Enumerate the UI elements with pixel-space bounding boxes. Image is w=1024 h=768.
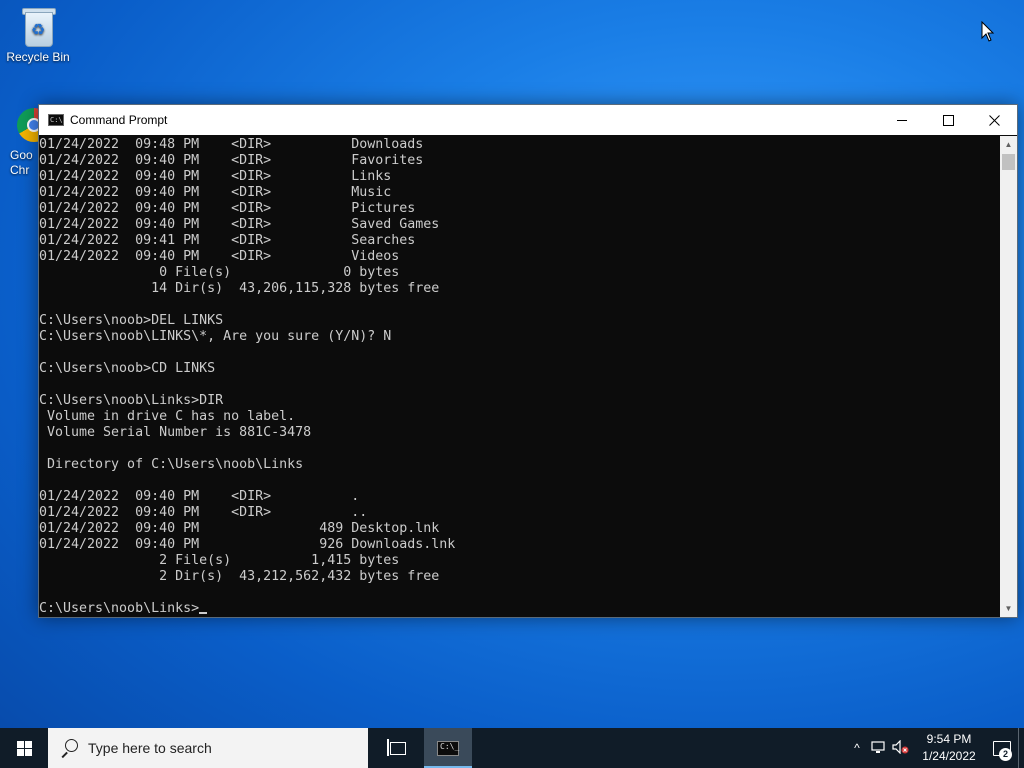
scroll-down-button[interactable]: ▼ bbox=[1000, 600, 1017, 617]
minimize-icon bbox=[897, 119, 907, 121]
maximize-icon bbox=[942, 114, 954, 126]
command-prompt-window[interactable]: C:\ Command Prompt 01/24/2022 09:48 PM <… bbox=[38, 104, 1018, 618]
console-line: 01/24/2022 09:40 PM <DIR> Favorites bbox=[39, 153, 424, 168]
vertical-scrollbar[interactable]: ▲ ▼ bbox=[1000, 136, 1017, 617]
console-line: 01/24/2022 09:40 PM <DIR> Saved Games bbox=[39, 217, 440, 232]
console-line: 01/24/2022 09:48 PM <DIR> Downloads bbox=[39, 137, 424, 152]
scroll-thumb[interactable] bbox=[1002, 154, 1015, 170]
console-line: 01/24/2022 09:40 PM 489 Desktop.lnk bbox=[39, 521, 440, 536]
window-title: Command Prompt bbox=[70, 113, 168, 127]
console-line: C:\Users\noob>CD LINKS bbox=[39, 361, 216, 376]
command-prompt-line: C:\Users\noob\Links> bbox=[39, 601, 200, 616]
cmd-icon: C:\ bbox=[48, 114, 64, 126]
taskbar-command-prompt-button[interactable]: C:\_ bbox=[424, 728, 472, 768]
volume-muted-icon[interactable] bbox=[890, 739, 912, 757]
console-line: 2 Dir(s) 43,212,562,432 bytes free bbox=[159, 569, 440, 584]
cmd-icon: C:\_ bbox=[437, 740, 459, 756]
notification-count: 2 bbox=[999, 748, 1012, 761]
taskbar-search-box[interactable]: Type here to search bbox=[48, 728, 368, 768]
task-view-icon bbox=[387, 738, 406, 756]
console-line: 01/24/2022 09:40 PM 926 Downloads.lnk bbox=[39, 537, 456, 552]
clock-date: 1/24/2022 bbox=[922, 749, 976, 763]
console-line: Volume in drive C has no label. bbox=[47, 409, 296, 424]
console-line: Volume Serial Number is 881C-3478 bbox=[47, 425, 312, 440]
clock[interactable]: 9:54 PM 1/24/2022 bbox=[916, 731, 982, 765]
search-placeholder: Type here to search bbox=[88, 740, 212, 756]
maximize-button[interactable] bbox=[925, 105, 971, 135]
console-output[interactable]: 01/24/2022 09:48 PM <DIR> Downloads 01/2… bbox=[39, 136, 1000, 617]
console-text: 01/24/2022 09:48 PM <DIR> Downloads 01/2… bbox=[39, 137, 455, 617]
system-tray: ^ 9:54 PM 1/24/2022 2 bbox=[846, 728, 1024, 768]
console-line: Directory of C:\Users\noob\Links bbox=[47, 457, 304, 472]
recycle-bin-icon: ♻ bbox=[20, 6, 56, 47]
console-line: C:\Users\noob\LINKS\*, Are you sure (Y/N… bbox=[39, 329, 392, 344]
console-line: 01/24/2022 09:40 PM <DIR> . bbox=[39, 489, 360, 504]
title-bar[interactable]: C:\ Command Prompt bbox=[39, 105, 1017, 135]
close-icon bbox=[988, 114, 1000, 126]
console-line: 01/24/2022 09:40 PM <DIR> Music bbox=[39, 185, 392, 200]
show-desktop-button[interactable] bbox=[1018, 728, 1024, 768]
minimize-button[interactable] bbox=[879, 105, 925, 135]
clock-time: 9:54 PM bbox=[926, 732, 972, 746]
start-button[interactable] bbox=[0, 728, 48, 768]
console-line: 01/24/2022 09:40 PM <DIR> Videos bbox=[39, 249, 400, 264]
task-view-button[interactable] bbox=[374, 728, 422, 768]
console-line: 01/24/2022 09:40 PM <DIR> .. bbox=[39, 505, 368, 520]
console-lines: 01/24/2022 09:48 PM <DIR> Downloads 01/2… bbox=[39, 137, 455, 584]
recycle-bin-shortcut[interactable]: ♻ Recycle Bin bbox=[0, 6, 76, 64]
action-center-button[interactable]: 2 bbox=[986, 728, 1018, 768]
console-line: 01/24/2022 09:40 PM <DIR> Links bbox=[39, 169, 392, 184]
chevron-up-icon[interactable]: ^ bbox=[846, 741, 868, 755]
console-line: C:\Users\noob>DEL LINKS bbox=[39, 313, 224, 328]
windows-logo-icon bbox=[16, 740, 32, 756]
console-line: 01/24/2022 09:40 PM <DIR> Pictures bbox=[39, 201, 416, 216]
console-line: 2 File(s) 1,415 bytes bbox=[159, 553, 400, 568]
network-icon[interactable] bbox=[868, 740, 890, 757]
scroll-up-button[interactable]: ▲ bbox=[1000, 136, 1017, 153]
search-icon bbox=[60, 739, 78, 757]
console-line: 14 Dir(s) 43,206,115,328 bytes free bbox=[151, 281, 440, 296]
console-line: 01/24/2022 09:41 PM <DIR> Searches bbox=[39, 233, 416, 248]
recycle-bin-label: Recycle Bin bbox=[6, 50, 70, 64]
console-line: 0 File(s) 0 bytes bbox=[159, 265, 400, 280]
taskbar: Type here to search C:\_ ^ 9:54 PM 1/24/… bbox=[0, 728, 1024, 768]
text-cursor bbox=[199, 612, 208, 614]
close-button[interactable] bbox=[971, 105, 1017, 135]
console-line: C:\Users\noob\Links>DIR bbox=[39, 393, 224, 408]
